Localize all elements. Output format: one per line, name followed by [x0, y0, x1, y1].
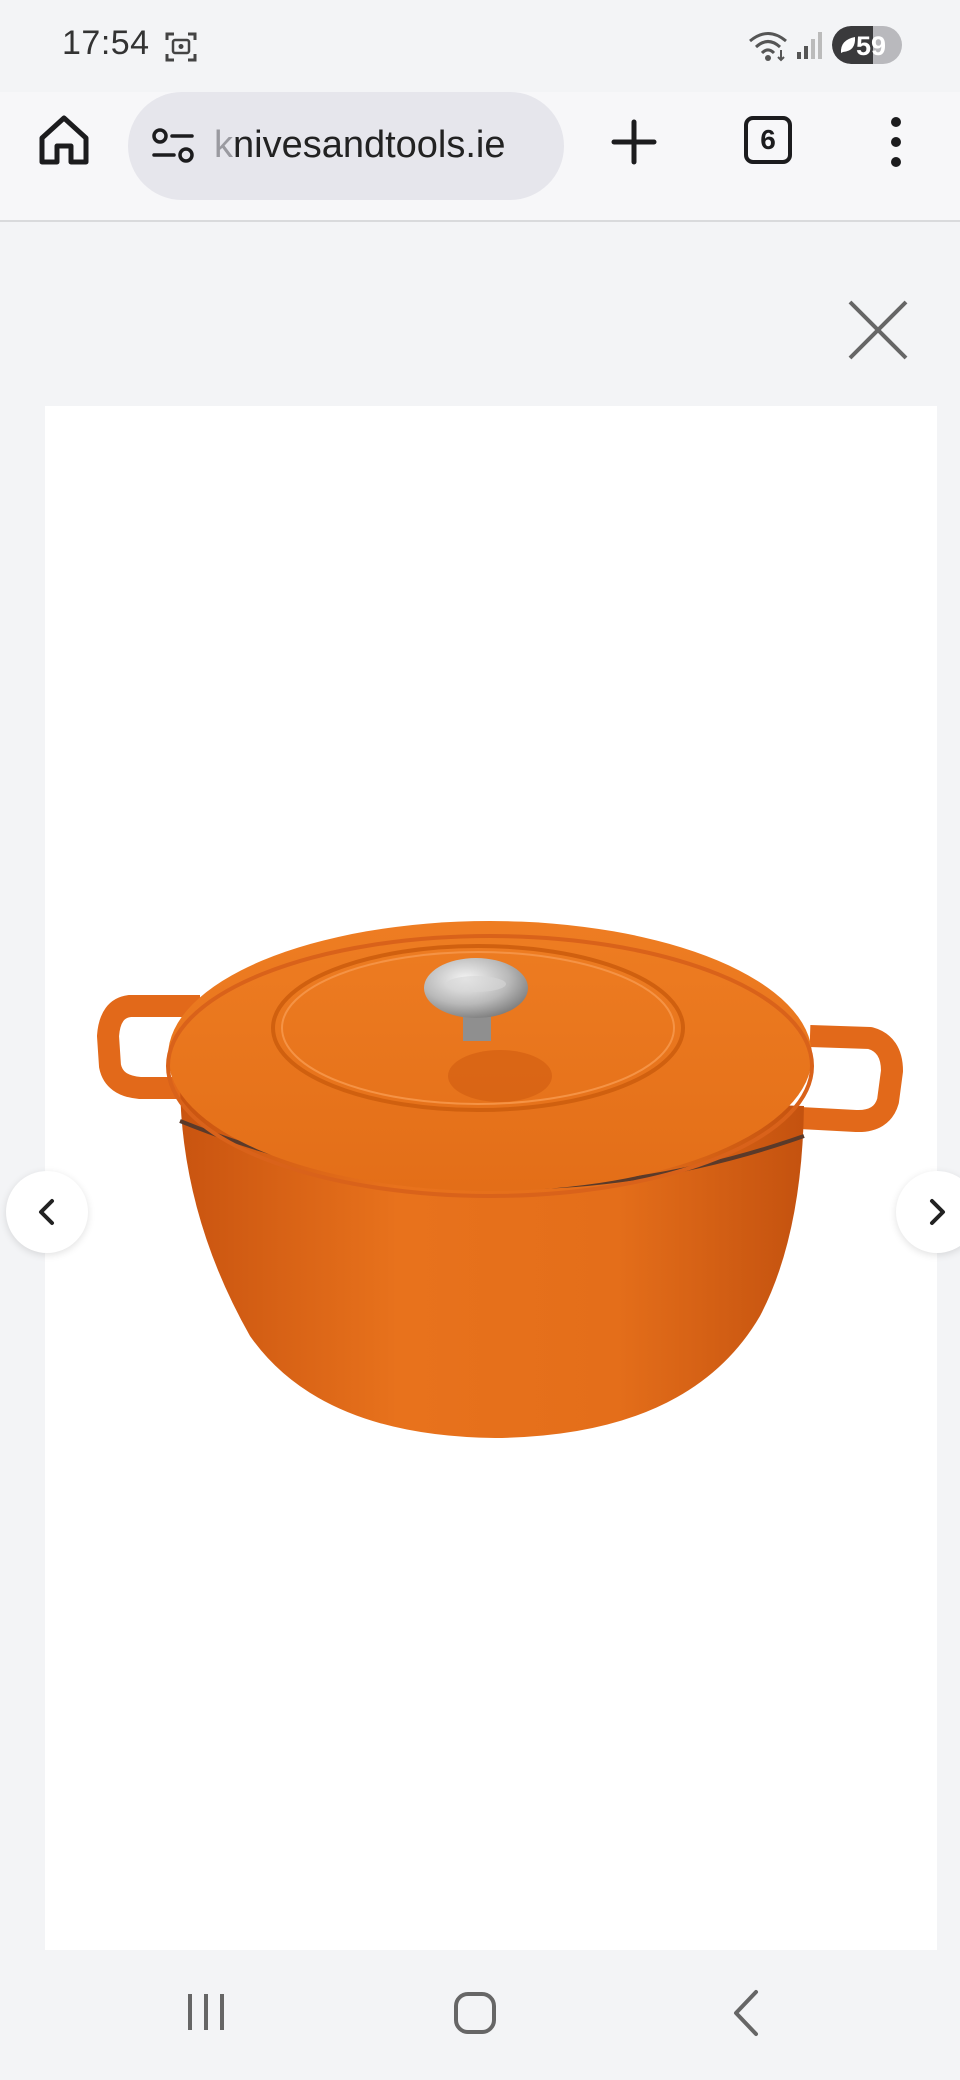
battery-saver-leaf-icon — [840, 37, 856, 53]
product-image — [97, 921, 903, 1438]
system-back-button[interactable] — [726, 1988, 766, 2038]
system-navigation-bar — [0, 1950, 960, 2080]
address-bar[interactable]: knivesandtools.ie — [128, 92, 564, 200]
chevron-left-icon — [39, 1199, 54, 1225]
chevron-right-icon — [930, 1199, 945, 1225]
screen: 17:54 59 knivesandtools.ie 6 — [0, 0, 960, 2080]
battery-indicator: 59 — [832, 26, 902, 64]
tab-switcher-button[interactable]: 6 — [744, 116, 792, 164]
status-bar: 17:54 59 — [0, 0, 960, 92]
image-frame — [45, 406, 937, 1950]
new-tab-button[interactable] — [606, 114, 662, 170]
more-menu-button[interactable] — [880, 112, 912, 172]
recents-button[interactable] — [182, 1990, 230, 2034]
status-time: 17:54 — [62, 24, 150, 62]
url-text-faded: k — [214, 124, 233, 166]
url-text-domain: nivesandtools.ie — [233, 124, 506, 166]
signal-icon — [797, 32, 822, 59]
wifi-icon — [749, 32, 787, 62]
home-button[interactable] — [36, 112, 92, 168]
previous-image-button[interactable] — [6, 1171, 88, 1253]
url-text[interactable]: knivesandtools.ie — [214, 124, 506, 167]
battery-level: 59 — [856, 31, 887, 61]
image-viewer — [0, 224, 960, 1950]
system-home-button[interactable] — [452, 1990, 498, 2036]
site-info-icon[interactable] — [150, 124, 196, 168]
browser-toolbar: knivesandtools.ie 6 — [0, 92, 960, 222]
screenshot-icon — [165, 32, 197, 62]
close-button[interactable] — [842, 294, 914, 366]
